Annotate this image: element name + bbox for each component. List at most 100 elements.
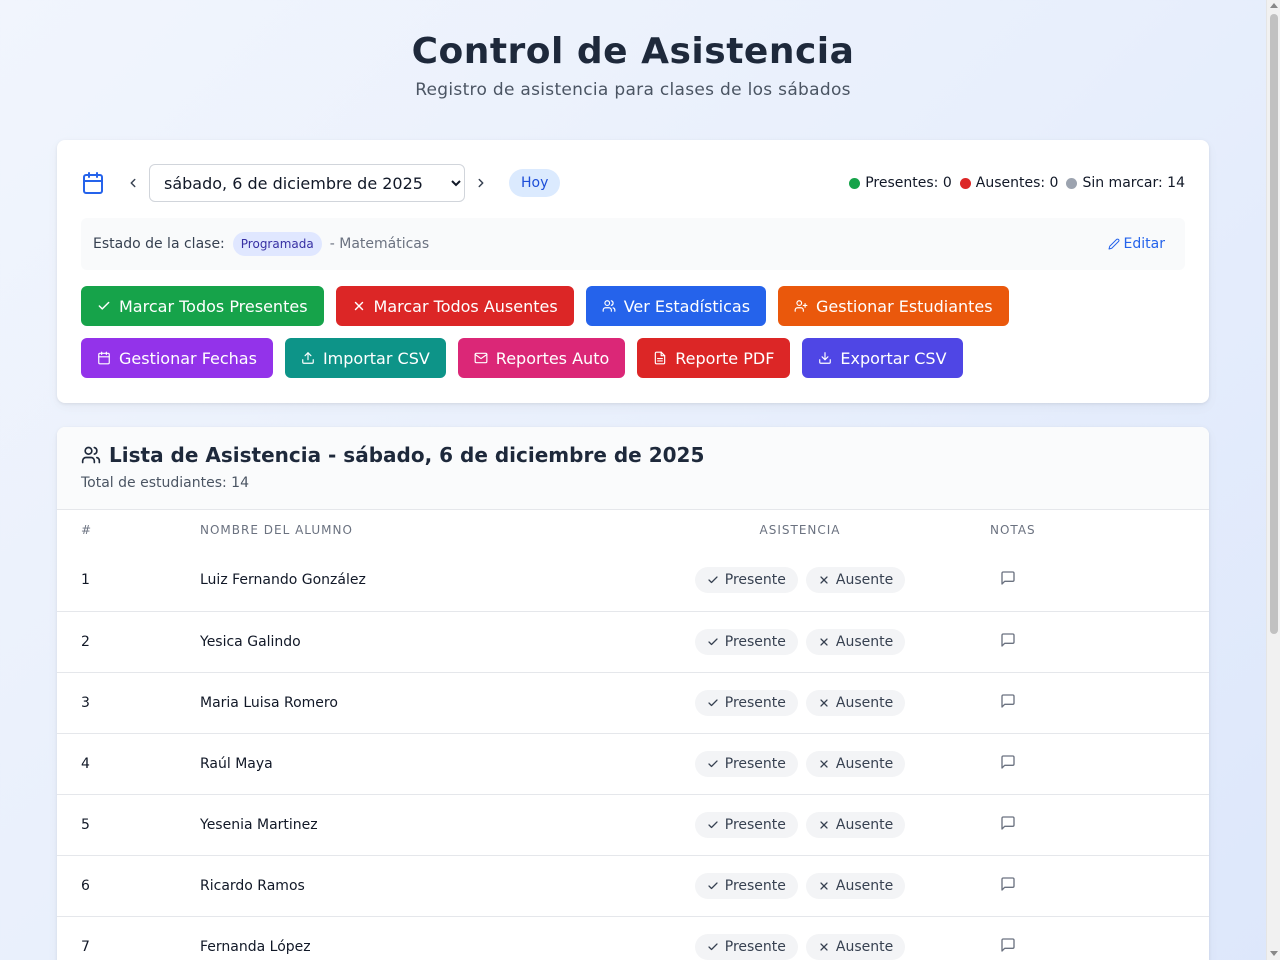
users-icon: [81, 445, 101, 465]
present-label: Presente: [724, 694, 786, 711]
table-row: 5 Yesenia Martinez Presente Ausente: [57, 794, 1209, 855]
column-header-attendance: Asistencia: [759, 523, 841, 537]
list-title-text: Lista de Asistencia - sábado, 6 de dicie…: [109, 443, 705, 467]
edit-status-link[interactable]: Editar: [1108, 236, 1165, 252]
row-number: 6: [81, 877, 90, 894]
message-icon[interactable]: [1000, 937, 1016, 953]
scroll-down-icon[interactable]: [1270, 951, 1278, 956]
x-icon: [352, 299, 366, 313]
scroll-up-icon[interactable]: [1270, 3, 1278, 8]
x-icon: [818, 697, 830, 709]
table-row: 4 Raúl Maya Presente Ausente: [57, 733, 1209, 794]
mark-absent-button[interactable]: Ausente: [805, 628, 906, 655]
mark-present-button[interactable]: Presente: [694, 567, 798, 594]
notes-cell: [960, 611, 1209, 672]
present-label: Presente: [724, 938, 786, 955]
date-select[interactable]: sábado, 6 de diciembre de 2025: [149, 164, 465, 202]
marcar-todos-presentes-button[interactable]: Marcar Todos Presentes: [81, 286, 324, 326]
mark-absent-button[interactable]: Ausente: [805, 750, 906, 777]
mark-absent-button[interactable]: Ausente: [805, 567, 906, 594]
page: Control de Asistencia Registro de asiste…: [0, 0, 1266, 960]
unmarked-dot-icon: [1066, 177, 1078, 189]
message-icon[interactable]: [1000, 632, 1016, 648]
attendance-cell: Presente Ausente: [640, 672, 960, 733]
message-icon[interactable]: [1000, 815, 1016, 831]
page-header: Control de Asistencia Registro de asiste…: [0, 0, 1266, 100]
button-label: Gestionar Fechas: [119, 348, 257, 368]
x-icon: [818, 574, 830, 586]
present-count: Presentes: 0: [849, 175, 952, 191]
mark-present-button[interactable]: Presente: [694, 872, 798, 899]
mark-present-button[interactable]: Presente: [694, 933, 798, 960]
row-number: 7: [81, 938, 90, 955]
student-name: Ricardo Ramos: [200, 877, 305, 894]
student-name: Yesica Galindo: [200, 633, 301, 650]
marcar-todos-ausentes-button[interactable]: Marcar Todos Ausentes: [335, 286, 574, 326]
exportar-csv-button[interactable]: Exportar CSV: [802, 338, 963, 378]
mark-present-button[interactable]: Presente: [694, 689, 798, 716]
attendance-cell: Presente Ausente: [640, 855, 960, 916]
message-icon[interactable]: [1000, 754, 1016, 770]
row-number: 2: [81, 633, 90, 650]
present-label: Presente: [724, 816, 786, 833]
check-icon: [707, 941, 719, 953]
user-plus-icon: [794, 299, 808, 313]
reporte-pdf-button[interactable]: Reporte PDF: [637, 338, 791, 378]
absent-label: Ausente: [835, 755, 894, 772]
present-label: Presente: [724, 877, 786, 894]
student-name: Yesenia Martinez: [200, 816, 318, 833]
student-name: Raúl Maya: [200, 755, 273, 772]
chevron-right-icon[interactable]: [469, 171, 493, 195]
mark-present-button[interactable]: Presente: [694, 811, 798, 838]
class-status-label: Estado de la clase:: [93, 236, 225, 252]
attendance-counts: Presentes: 0 Ausentes: 0 Sin marcar: 14: [849, 175, 1185, 191]
table-row: 3 Maria Luisa Romero Presente Ausente: [57, 672, 1209, 733]
mark-absent-button[interactable]: Ausente: [805, 872, 906, 899]
x-icon: [818, 636, 830, 648]
absent-label: Ausente: [835, 633, 894, 650]
page-scrollbar[interactable]: [1266, 0, 1280, 960]
date-toolbar: sábado, 6 de diciembre de 2025 Hoy Prese…: [81, 164, 1185, 202]
gestionar-estudiantes-button[interactable]: Gestionar Estudiantes: [778, 286, 1009, 326]
notes-cell: [960, 733, 1209, 794]
table-row: 2 Yesica Galindo Presente Ausente: [57, 611, 1209, 672]
mark-absent-button[interactable]: Ausente: [805, 811, 906, 838]
notes-cell: [960, 672, 1209, 733]
ver-estadisticas-button[interactable]: Ver Estadísticas: [585, 286, 767, 326]
row-number: 3: [81, 694, 90, 711]
upload-icon: [301, 351, 315, 365]
chevron-left-icon[interactable]: [121, 171, 145, 195]
pencil-icon: [1108, 238, 1119, 250]
importar-csv-button[interactable]: Importar CSV: [284, 338, 446, 378]
attendance-cell: Presente Ausente: [640, 550, 960, 611]
check-icon: [707, 574, 719, 586]
check-icon: [707, 636, 719, 648]
absent-count: Ausentes: 0: [959, 175, 1058, 191]
mark-present-button[interactable]: Presente: [694, 628, 798, 655]
present-label: Presente: [724, 633, 786, 650]
message-icon[interactable]: [1000, 876, 1016, 892]
notes-cell: [960, 794, 1209, 855]
total-students: Total de estudiantes: 14: [81, 475, 249, 491]
x-icon: [818, 819, 830, 831]
gestionar-fechas-button[interactable]: Gestionar Fechas: [81, 338, 273, 378]
message-icon[interactable]: [1000, 693, 1016, 709]
present-label: Presente: [724, 755, 786, 772]
download-icon: [818, 351, 832, 365]
today-button[interactable]: Hoy: [509, 169, 561, 197]
mark-absent-button[interactable]: Ausente: [805, 689, 906, 716]
page-subtitle: Registro de asistencia para clases de lo…: [415, 80, 851, 100]
reportes-auto-button[interactable]: Reportes Auto: [457, 338, 626, 378]
mark-present-button[interactable]: Presente: [694, 750, 798, 777]
notes-cell: [960, 916, 1209, 960]
x-icon: [818, 880, 830, 892]
x-icon: [818, 758, 830, 770]
message-icon[interactable]: [1000, 570, 1016, 586]
button-label: Ver Estadísticas: [623, 296, 751, 316]
mark-absent-button[interactable]: Ausente: [805, 933, 906, 960]
notes-cell: [960, 855, 1209, 916]
mail-icon: [474, 351, 488, 365]
scrollbar-thumb[interactable]: [1270, 14, 1278, 634]
status-badge: Programada: [232, 232, 322, 256]
calendar-icon: [81, 171, 105, 195]
